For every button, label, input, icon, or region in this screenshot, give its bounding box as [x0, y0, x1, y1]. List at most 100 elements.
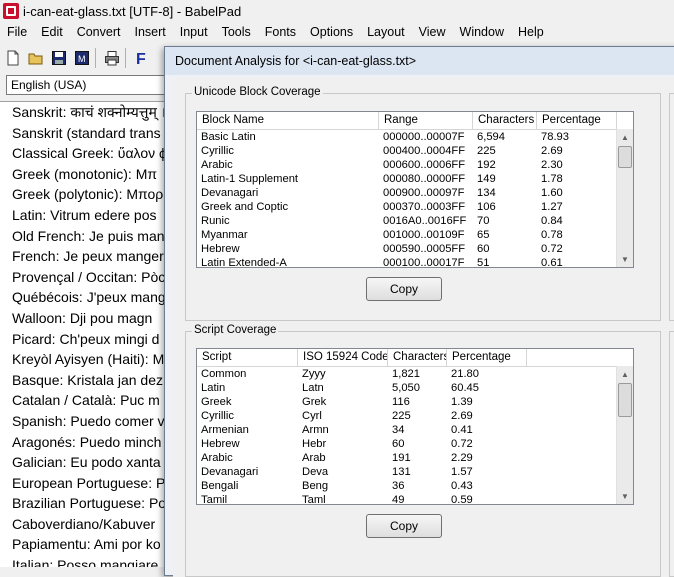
editor-line: Papiamentu: Ami por ko: [12, 536, 161, 553]
print-button[interactable]: [102, 48, 122, 68]
table-cell: Beng: [302, 480, 329, 492]
block-list-scrollbar[interactable]: ▲ ▼: [616, 129, 633, 267]
language-select[interactable]: English (USA): [6, 75, 166, 95]
col-characters[interactable]: Characters: [473, 112, 537, 129]
table-cell: Common: [201, 368, 247, 380]
table-cell: 1.78: [541, 173, 563, 185]
col-percentage[interactable]: Percentage: [447, 349, 527, 366]
script-row[interactable]: Arabic Arab 191 2.29: [197, 451, 633, 465]
editor-line: Greek (polytonic): Μπορ: [12, 186, 164, 203]
script-list-header: Script ISO 15924 Code Characters Percent…: [197, 349, 633, 367]
scroll-up-icon[interactable]: ▲: [617, 129, 633, 145]
script-row[interactable]: Latin Latn 5,050 60.45: [197, 381, 633, 395]
save-all-button[interactable]: M: [72, 48, 92, 68]
col-block-name[interactable]: Block Name: [197, 112, 379, 129]
block-row[interactable]: Greek and Coptic 000370..0003FF 106 1.27: [197, 200, 633, 214]
block-row[interactable]: Latin-1 Supplement 000080..0000FF 149 1.78: [197, 172, 633, 186]
block-row[interactable]: Arabic 000600..0006FF 192 2.30: [197, 158, 633, 172]
table-cell: 1.39: [451, 396, 473, 408]
script-row[interactable]: Cyrillic Cyrl 225 2.69: [197, 409, 633, 423]
block-row[interactable]: Devanagari 000900..00097F 134 1.60: [197, 186, 633, 200]
table-cell: 131: [392, 466, 411, 478]
script-row[interactable]: Common Zyyy 1,821 21.80: [197, 367, 633, 381]
block-coverage-list[interactable]: Block Name Range Characters Percentage B…: [196, 111, 634, 268]
menu-help[interactable]: Help: [511, 25, 551, 39]
editor-line: Sanskrit: काचं शक्नोम्यत्तुम् । नोप: [12, 104, 176, 120]
table-cell: 2.69: [451, 410, 473, 422]
script-coverage-group: Script Coverage Script ISO 15924 Code Ch…: [185, 324, 661, 577]
table-cell: 0.72: [541, 243, 563, 255]
editor-line: Walloon: Dji pou magn: [12, 309, 153, 326]
right-lower-group: [669, 331, 674, 577]
table-cell: 1.57: [451, 466, 473, 478]
copy-scripts-button[interactable]: Copy: [366, 514, 442, 538]
script-row[interactable]: Devanagari Deva 131 1.57: [197, 465, 633, 479]
menu-window[interactable]: Window: [453, 25, 511, 39]
block-row[interactable]: Basic Latin 000000..00007F 6,594 78.93: [197, 130, 633, 144]
script-row[interactable]: Hebrew Hebr 60 0.72: [197, 437, 633, 451]
scroll-down-icon[interactable]: ▼: [617, 251, 633, 267]
menu-input[interactable]: Input: [173, 25, 215, 39]
col-script[interactable]: Script: [197, 349, 298, 366]
table-cell: 000900..00097F: [383, 187, 465, 199]
open-file-button[interactable]: [26, 48, 46, 68]
block-row[interactable]: Myanmar 001000..00109F 65 0.78: [197, 228, 633, 242]
editor-line: Caboverdiano/Kabuver: [12, 515, 156, 532]
menu-tools[interactable]: Tools: [215, 25, 258, 39]
block-row[interactable]: Runic 0016A0..0016FF 70 0.84: [197, 214, 633, 228]
font-button[interactable]: F: [132, 48, 152, 68]
table-cell: 1,821: [392, 368, 420, 380]
table-cell: Devanagari: [201, 466, 259, 478]
editor-line: Provençal / Occitan: Pòc: [12, 268, 166, 285]
table-cell: 116: [392, 396, 410, 408]
script-row[interactable]: Bengali Beng 36 0.43: [197, 479, 633, 493]
table-cell: 000590..0005FF: [383, 243, 466, 255]
script-row[interactable]: Tamil Taml 49 0.59: [197, 493, 633, 505]
scroll-thumb[interactable]: [618, 146, 632, 168]
scroll-up-icon[interactable]: ▲: [617, 366, 633, 382]
table-cell: 000100..00017F: [383, 257, 465, 268]
table-cell: Hebr: [302, 438, 327, 450]
block-row[interactable]: Latin Extended-A 000100..00017F 51 0.61: [197, 256, 633, 268]
script-row[interactable]: Armenian Armn 34 0.41: [197, 423, 633, 437]
col-characters[interactable]: Characters: [388, 349, 447, 366]
scroll-thumb[interactable]: [618, 383, 632, 417]
script-row[interactable]: Greek Grek 116 1.39: [197, 395, 633, 409]
block-rows: Basic Latin 000000..00007F 6,594 78.93 Cyril…: [197, 130, 633, 268]
scroll-down-icon[interactable]: ▼: [617, 488, 633, 504]
text-editor[interactable]: Sanskrit: काचं शक्नोम्यत्तुम् । नोप Sans…: [0, 101, 176, 567]
menu-convert[interactable]: Convert: [70, 25, 128, 39]
new-file-icon: [7, 50, 19, 65]
editor-line: Picard: Ch'peux mingi d: [12, 330, 160, 347]
col-iso-code[interactable]: ISO 15924 Code: [298, 349, 388, 366]
table-cell: Tamil: [201, 494, 228, 505]
menu-view[interactable]: View: [412, 25, 453, 39]
table-cell: 2.30: [541, 159, 563, 171]
menu-file[interactable]: File: [0, 25, 34, 39]
menu-options[interactable]: Options: [303, 25, 360, 39]
block-row[interactable]: Hebrew 000590..0005FF 60 0.72: [197, 242, 633, 256]
col-percentage[interactable]: Percentage: [537, 112, 617, 129]
menu-layout[interactable]: Layout: [360, 25, 412, 39]
copy-blocks-button[interactable]: Copy: [366, 277, 442, 301]
script-coverage-list[interactable]: Script ISO 15924 Code Characters Percent…: [196, 348, 634, 505]
table-cell: 5,050: [392, 382, 420, 394]
editor-line: Kreyòl Ayisyen (Haiti): M: [12, 351, 165, 368]
save-button[interactable]: [49, 48, 69, 68]
editor-line: Old French: Je puis man: [12, 227, 165, 244]
script-rows: Common Zyyy 1,821 21.80 Latin Latn 5,050 60.45 G…: [197, 367, 633, 505]
babelpad-app-icon[interactable]: [3, 3, 19, 19]
menu-fonts[interactable]: Fonts: [258, 25, 303, 39]
script-coverage-label: Script Coverage: [192, 324, 279, 336]
new-file-button[interactable]: [3, 48, 23, 68]
block-row[interactable]: Cyrillic 000400..0004FF 225 2.69: [197, 144, 633, 158]
col-range[interactable]: Range: [379, 112, 473, 129]
script-list-scrollbar[interactable]: ▲ ▼: [616, 366, 633, 504]
table-cell: 0.72: [451, 438, 473, 450]
menu-edit[interactable]: Edit: [34, 25, 70, 39]
table-cell: 000370..0003FF: [383, 201, 466, 213]
menu-insert[interactable]: Insert: [127, 25, 172, 39]
printer-icon: [105, 50, 119, 65]
table-cell: 000000..00007F: [383, 131, 465, 143]
svg-text:F: F: [136, 51, 146, 66]
